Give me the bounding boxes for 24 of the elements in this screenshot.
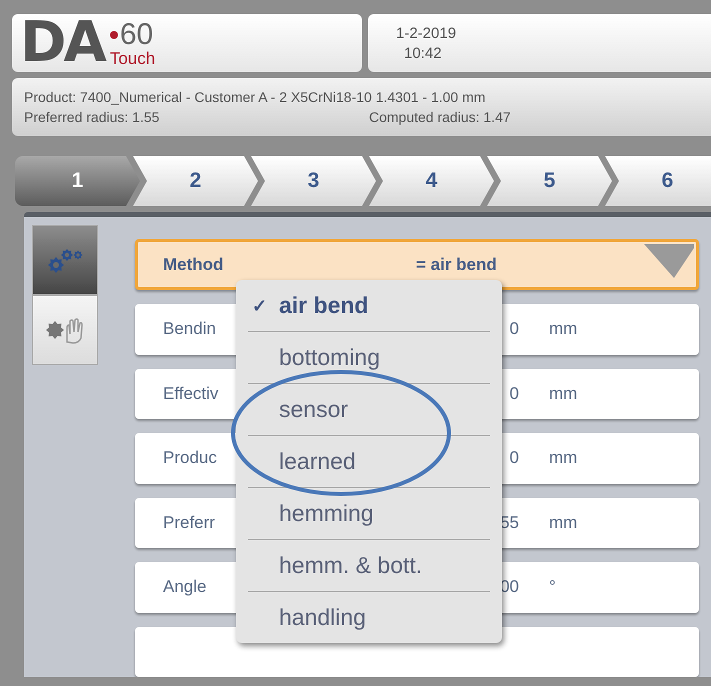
parameter-value: 0 <box>510 319 519 340</box>
preferred-radius-text: Preferred radius: 1.55 <box>24 108 160 127</box>
parameter-label: Effectiv <box>163 384 218 404</box>
parameter-label: Produc <box>163 448 217 468</box>
date-text: 1-2-2019 <box>396 24 456 44</box>
model-number: 60 <box>120 20 154 50</box>
edition-label: Touch <box>110 50 156 66</box>
product-text: Product: 7400_Numerical - Customer A - 2 X5CrNi18-10 1.4301 - 1.00 mm <box>24 88 486 107</box>
method-label: Method <box>163 254 224 275</box>
check-mark: ✓ <box>252 294 268 316</box>
unit-label: mm <box>549 319 578 340</box>
computed-radius-text: Computed radius: 1.47 <box>369 108 511 127</box>
unit-label: mm <box>549 384 578 404</box>
parameter-value: 0 <box>510 448 519 468</box>
parameter-label: Angle <box>163 577 206 598</box>
method-value: = air bend <box>416 254 497 275</box>
unit-label: mm <box>549 448 578 468</box>
unit-label: mm <box>549 512 578 533</box>
parameter-label: Preferr <box>163 512 215 533</box>
time-text: 10:42 <box>403 44 442 64</box>
unit-label: ° <box>549 577 557 598</box>
parameter-value: 0 <box>510 384 519 404</box>
logo-text: DA <box>20 15 104 71</box>
parameter-label: Bendin <box>163 319 216 340</box>
